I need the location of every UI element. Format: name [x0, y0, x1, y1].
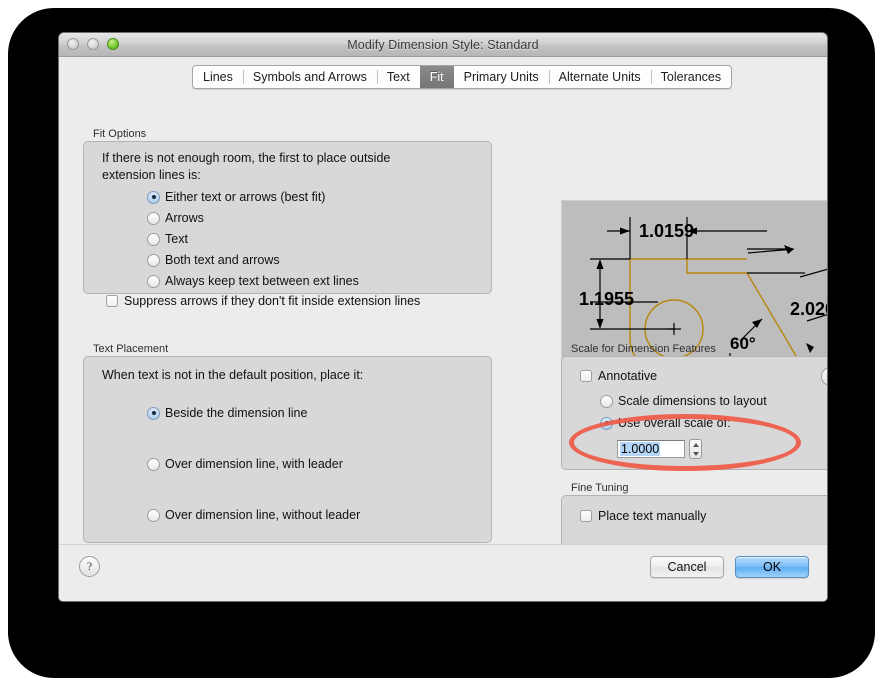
radio-label: Text — [165, 232, 188, 246]
suppress-arrows-checkbox-row[interactable]: Suppress arrows if they don't fit inside… — [106, 294, 420, 308]
tab-text[interactable]: Text — [376, 66, 420, 88]
text-placement-body: When text is not in the default position… — [83, 356, 492, 543]
fit-options-title: Fit Options — [93, 128, 147, 140]
radio-icon — [147, 211, 160, 225]
dialog-footer: ? Cancel OK — [59, 544, 827, 601]
radio-label: Scale dimensions to layout — [618, 394, 767, 408]
window-controls — [67, 38, 119, 50]
radio-icon — [147, 232, 160, 246]
tab-lines[interactable]: Lines — [193, 66, 243, 88]
dim-height-text: 1.1955 — [579, 289, 634, 309]
fit-options-prompt: If there is not enough room, the first t… — [102, 150, 472, 184]
radio-label: Arrows — [165, 211, 204, 225]
screen: Modify Dimension Style: Standard Lines S… — [0, 0, 883, 686]
radio-label: Over dimension line, without leader — [165, 508, 361, 522]
tab-fit[interactable]: Fit — [419, 66, 454, 88]
text-placement-prompt: When text is not in the default position… — [102, 368, 364, 382]
checkbox-label: Suppress arrows if they don't fit inside… — [124, 294, 421, 308]
text-placement-beside-dimension-line[interactable]: Beside the dimension line — [147, 406, 307, 420]
dialog-help-icon[interactable]: ? — [79, 556, 100, 577]
fit-option-both-text-and-arrows[interactable]: Both text and arrows — [147, 253, 280, 267]
overall-scale-input[interactable]: 1.0000 — [617, 440, 685, 458]
fit-option-arrows[interactable]: Arrows — [147, 211, 204, 225]
close-button-icon[interactable] — [67, 38, 79, 50]
text-placement-group: Text Placement When text is not in the d… — [83, 343, 492, 543]
radio-label: Over dimension line, with leader — [165, 457, 343, 471]
radio-label: Both text and arrows — [165, 253, 280, 267]
radio-icon — [147, 457, 160, 471]
use-overall-scale-of-radio[interactable]: Use overall scale of: — [600, 416, 731, 430]
annotative-help-icon[interactable]: ? — [821, 367, 827, 386]
scale-features-title: Scale for Dimension Features — [571, 343, 716, 355]
text-placement-over-dim-line-without-leader[interactable]: Over dimension line, without leader — [147, 508, 360, 522]
fit-options-body: If there is not enough room, the first t… — [83, 141, 492, 308]
radio-label: Use overall scale of: — [618, 416, 731, 430]
radio-icon — [147, 190, 160, 204]
checkbox-label: Place text manually — [598, 509, 707, 523]
ok-button[interactable]: OK — [735, 556, 809, 578]
scale-dimensions-to-layout-radio[interactable]: Scale dimensions to layout — [600, 394, 767, 408]
place-text-manually-checkbox-row[interactable]: Place text manually — [580, 509, 706, 523]
scale-features-body: Annotative ? Scale dimensions to layout … — [561, 356, 827, 470]
overall-scale-value: 1.0000 — [620, 442, 661, 456]
radio-label: Either text or arrows (best fit) — [165, 190, 326, 204]
text-placement-over-dim-line-with-leader[interactable]: Over dimension line, with leader — [147, 457, 343, 471]
tab-bar: Lines Symbols and Arrows Text Fit Primar… — [192, 65, 733, 89]
zoom-button-icon[interactable] — [107, 38, 119, 50]
checkbox-icon — [580, 370, 592, 382]
radio-label: Always keep text between ext lines — [165, 274, 359, 288]
radio-icon — [147, 253, 160, 267]
tab-tolerances[interactable]: Tolerances — [650, 66, 731, 88]
modify-dimension-style-window: Modify Dimension Style: Standard Lines S… — [58, 32, 828, 602]
fine-tuning-title: Fine Tuning — [571, 482, 629, 494]
scale-for-dimension-features-group: Scale for Dimension Features Annotative … — [561, 343, 827, 470]
stepper-down-icon[interactable] — [692, 451, 699, 456]
dim-width-text: 1.0159 — [639, 221, 694, 241]
radio-icon — [600, 394, 613, 408]
checkbox-icon — [106, 295, 118, 307]
fit-tab-panel: Fit Options If there is not enough room,… — [59, 90, 828, 577]
stepper-up-icon[interactable] — [692, 442, 699, 447]
fit-option-either-text-or-arrows[interactable]: Either text or arrows (best fit) — [147, 190, 325, 204]
radio-icon — [147, 406, 160, 420]
annotative-checkbox-row[interactable]: Annotative — [580, 369, 657, 383]
cancel-button[interactable]: Cancel — [650, 556, 724, 578]
tab-primary-units[interactable]: Primary Units — [454, 66, 549, 88]
tab-symbols-and-arrows[interactable]: Symbols and Arrows — [242, 66, 377, 88]
fit-option-text[interactable]: Text — [147, 232, 188, 246]
radio-icon — [600, 416, 613, 430]
checkbox-label: Annotative — [598, 369, 658, 383]
radio-icon — [147, 274, 160, 288]
overall-scale-stepper[interactable] — [689, 439, 702, 459]
dim-diagonal-text: 2.0207 — [790, 299, 828, 319]
window-titlebar[interactable]: Modify Dimension Style: Standard — [59, 33, 827, 57]
fit-options-prompt-line1: If there is not enough room, the first t… — [102, 151, 391, 165]
window-title: Modify Dimension Style: Standard — [347, 37, 539, 52]
fit-options-group: Fit Options If there is not enough room,… — [83, 128, 492, 308]
overall-scale-stepper-group: 1.0000 — [617, 439, 702, 459]
fit-options-prompt-line2: extension lines is: — [102, 168, 201, 182]
text-placement-title: Text Placement — [93, 343, 169, 355]
checkbox-icon — [580, 510, 592, 522]
tab-alternate-units[interactable]: Alternate Units — [548, 66, 651, 88]
minimize-button-icon[interactable] — [87, 38, 99, 50]
radio-label: Beside the dimension line — [165, 406, 308, 420]
fit-option-always-keep-text-between-ext-lines[interactable]: Always keep text between ext lines — [147, 274, 359, 288]
radio-icon — [147, 508, 160, 522]
